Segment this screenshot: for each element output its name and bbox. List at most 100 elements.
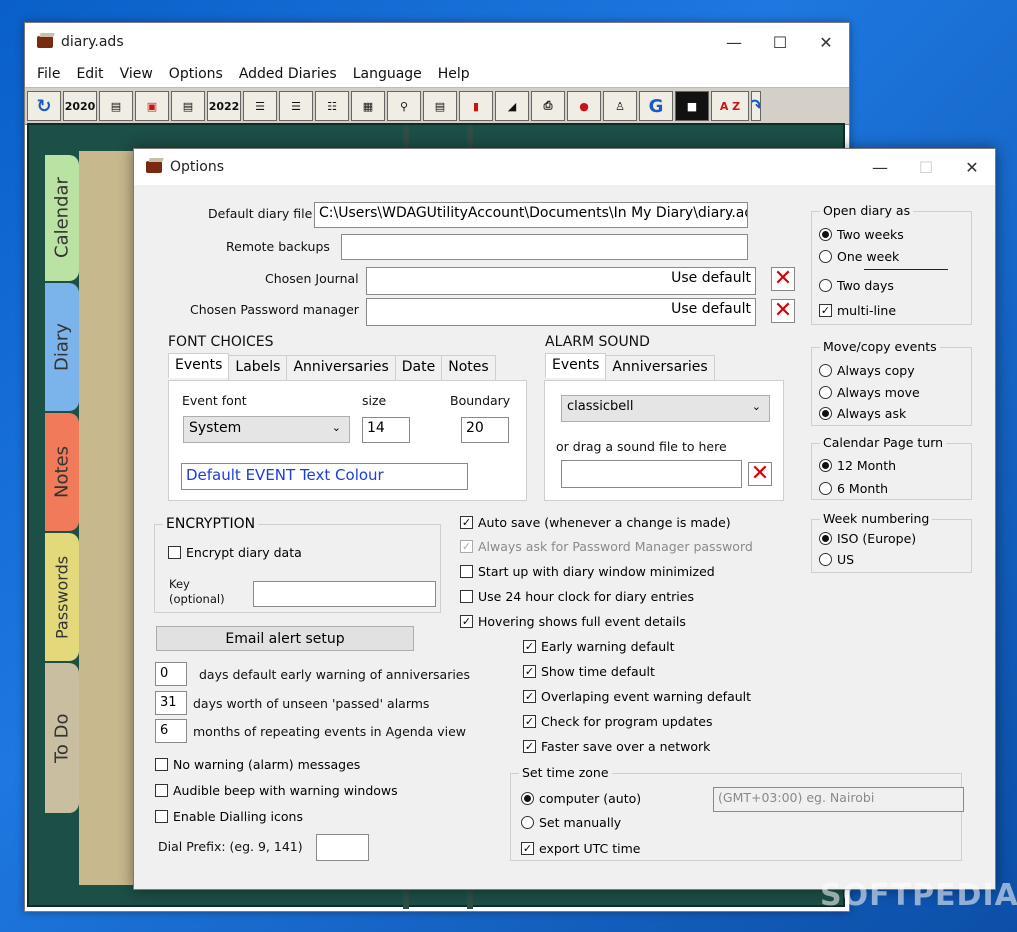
faster-save-checkbox: ✓ [523, 740, 536, 753]
options-close-button[interactable]: ✕ [949, 148, 995, 186]
menu-help[interactable]: Help [430, 66, 478, 82]
boundary-field[interactable]: 20 [461, 417, 509, 443]
calendar-prev-icon[interactable]: ▤ [99, 91, 133, 121]
balloons-icon[interactable]: ● [567, 91, 601, 121]
options-titlebar[interactable]: Options — ☐ ✕ [134, 149, 995, 185]
default-diary-file-field[interactable]: C:\Users\WDAGUtilityAccount\Documents\In… [314, 202, 748, 228]
event-font-select[interactable]: System ⌄ [183, 416, 350, 443]
check-updates-row[interactable]: ✓ Check for program updates [523, 714, 712, 729]
alarm-sound-select[interactable]: classicbell ⌄ [561, 395, 770, 422]
font-size-field[interactable]: 14 [362, 417, 410, 443]
dial-prefix-field[interactable] [316, 834, 369, 861]
always-ask-row[interactable]: Always ask [819, 406, 906, 421]
tab-calendar[interactable]: Calendar [45, 155, 79, 281]
menu-file[interactable]: File [29, 66, 68, 82]
menu-view[interactable]: View [112, 66, 161, 82]
font-tab-events[interactable]: Events [168, 353, 230, 378]
twelve-month-row[interactable]: 12 Month [819, 458, 896, 473]
grid-icon[interactable]: ▦ [351, 91, 385, 121]
maximize-button[interactable]: ☐ [757, 23, 803, 61]
iso-week-row[interactable]: ISO (Europe) [819, 531, 916, 546]
menu-language[interactable]: Language [345, 66, 430, 82]
repeating-months-field[interactable]: 6 [155, 719, 187, 743]
google-icon[interactable]: G [639, 91, 673, 121]
view-week-icon[interactable]: ☰ [243, 91, 277, 121]
options-maximize-button[interactable]: ☐ [903, 148, 949, 186]
clear-journal-button[interactable]: ✕ [771, 267, 795, 291]
clear-sound-button[interactable]: ✕ [748, 462, 772, 486]
font-tab-anniversaries[interactable]: Anniversaries [286, 355, 396, 380]
alarm-tab-anniversaries[interactable]: Anniversaries [605, 355, 715, 380]
multi-line-row[interactable]: ✓ multi-line [819, 303, 896, 318]
view-book-icon[interactable]: ☷ [315, 91, 349, 121]
tab-todo[interactable]: To Do [45, 663, 79, 813]
us-week-row[interactable]: US [819, 552, 854, 567]
tz-manual-radio [521, 816, 534, 829]
search-icon[interactable]: ⚲ [387, 91, 421, 121]
close-button[interactable]: ✕ [803, 23, 849, 61]
startup-minimized-row[interactable]: Start up with diary window minimized [460, 564, 715, 579]
view-list-icon[interactable]: ☰ [279, 91, 313, 121]
tab-diary[interactable]: Diary [45, 283, 79, 411]
dial-prefix-label: Dial Prefix: (eg. 9, 141) [158, 839, 303, 854]
always-copy-row[interactable]: Always copy [819, 363, 915, 378]
encrypt-checkbox-row[interactable]: Encrypt diary data [168, 545, 302, 560]
options-minimize-button[interactable]: — [857, 148, 903, 186]
open-one-week-row[interactable]: One week [819, 249, 899, 264]
font-tab-date[interactable]: Date [394, 355, 443, 380]
export-utc-row[interactable]: ✓ export UTC time [521, 841, 640, 856]
email-alert-setup-button[interactable]: Email alert setup [156, 626, 414, 651]
notes-icon[interactable]: ▤ [423, 91, 457, 121]
chosen-journal-field[interactable]: Use default [366, 267, 756, 295]
remote-backups-field[interactable] [341, 234, 748, 260]
passed-alarms-days-field[interactable]: 31 [155, 691, 187, 715]
banner-icon[interactable]: ■ [675, 91, 709, 121]
minimize-button[interactable]: — [711, 23, 757, 61]
book-icon[interactable]: ▮ [459, 91, 493, 121]
drag-sound-label: or drag a sound file to here [556, 439, 727, 454]
tz-computer-row[interactable]: computer (auto) [521, 791, 641, 806]
menu-options[interactable]: Options [161, 66, 231, 82]
six-month-row[interactable]: 6 Month [819, 481, 888, 496]
move-copy-heading: Move/copy events [820, 339, 940, 354]
font-tab-labels[interactable]: Labels [228, 355, 288, 380]
year-prev-button[interactable]: 2020 [63, 91, 97, 121]
audible-beep-row[interactable]: Audible beep with warning windows [155, 783, 398, 798]
event-text-colour-field[interactable]: Default EVENT Text Colour [181, 463, 468, 490]
font-tab-notes[interactable]: Notes [441, 355, 496, 380]
year-next-button[interactable]: 2022 [207, 91, 241, 121]
chosen-password-field[interactable]: Use default [366, 298, 756, 326]
family-icon[interactable]: ♙ [603, 91, 637, 121]
open-two-days-row[interactable]: Two days [819, 278, 894, 293]
no-warning-row[interactable]: No warning (alarm) messages [155, 757, 360, 772]
encryption-key-field[interactable] [253, 581, 436, 607]
overlap-warning-row[interactable]: ✓ Overlaping event warning default [523, 689, 751, 704]
calendar-next-icon[interactable]: ▤ [171, 91, 205, 121]
menu-added-diaries[interactable]: Added Diaries [231, 66, 345, 82]
early-warning-default-row[interactable]: ✓ Early warning default [523, 639, 675, 654]
print-icon[interactable]: ⎙ [531, 91, 565, 121]
dialling-icons-row[interactable]: Enable Dialling icons [155, 809, 303, 824]
open-two-weeks-row[interactable]: Two weeks [819, 227, 904, 242]
early-warning-days-field[interactable]: 0 [155, 662, 187, 686]
tz-manual-row[interactable]: Set manually [521, 815, 621, 830]
refresh-icon[interactable]: ↻ [27, 91, 61, 121]
main-titlebar[interactable]: diary.ads — ☐ ✕ [25, 23, 849, 61]
hover-details-row[interactable]: ✓ Hovering shows full event details [460, 614, 686, 629]
redo-icon[interactable]: ↷ [751, 91, 761, 121]
tab-notes[interactable]: Notes [45, 413, 79, 531]
alarm-tab-events[interactable]: Events [545, 353, 607, 378]
sound-file-drop-field[interactable] [561, 460, 742, 488]
page-turn-icon[interactable]: ◢ [495, 91, 529, 121]
24-hour-clock-row[interactable]: Use 24 hour clock for diary entries [460, 589, 694, 604]
show-time-default-row[interactable]: ✓ Show time default [523, 664, 655, 679]
faster-save-row[interactable]: ✓ Faster save over a network [523, 739, 710, 754]
always-move-row[interactable]: Always move [819, 385, 920, 400]
az-sort-button[interactable]: A Z [711, 91, 749, 121]
tab-passwords[interactable]: Passwords [45, 533, 79, 661]
auto-save-row[interactable]: ✓ Auto save (whenever a change is made) [460, 515, 731, 530]
menu-edit[interactable]: Edit [68, 66, 111, 82]
calendar-today-icon[interactable]: ▣ [135, 91, 169, 121]
encryption-heading: ENCRYPTION [163, 516, 259, 532]
clear-password-button[interactable]: ✕ [771, 299, 795, 323]
